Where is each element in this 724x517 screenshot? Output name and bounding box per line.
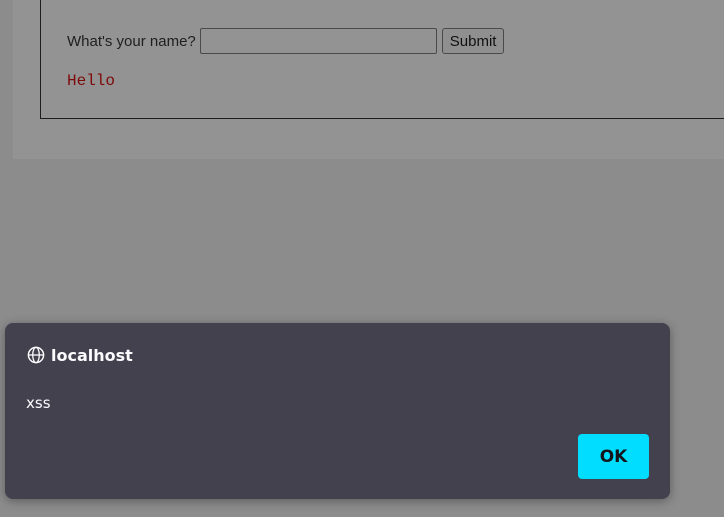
name-form: What's your name? Submit <box>67 28 505 54</box>
name-label: What's your name? <box>67 32 196 50</box>
dialog-header: localhost <box>27 344 133 366</box>
dialog-message: xss <box>26 394 51 412</box>
alert-dialog: localhost xss OK <box>5 323 670 499</box>
dialog-origin: localhost <box>51 345 133 365</box>
name-input[interactable] <box>199 28 437 54</box>
browser-viewport: What's your name? Submit Hello localhost… <box>0 0 724 517</box>
form-container <box>40 0 724 119</box>
ok-button[interactable]: OK <box>578 434 649 479</box>
greeting-output: Hello <box>67 72 116 90</box>
globe-icon <box>27 346 45 364</box>
submit-button[interactable]: Submit <box>441 28 505 54</box>
